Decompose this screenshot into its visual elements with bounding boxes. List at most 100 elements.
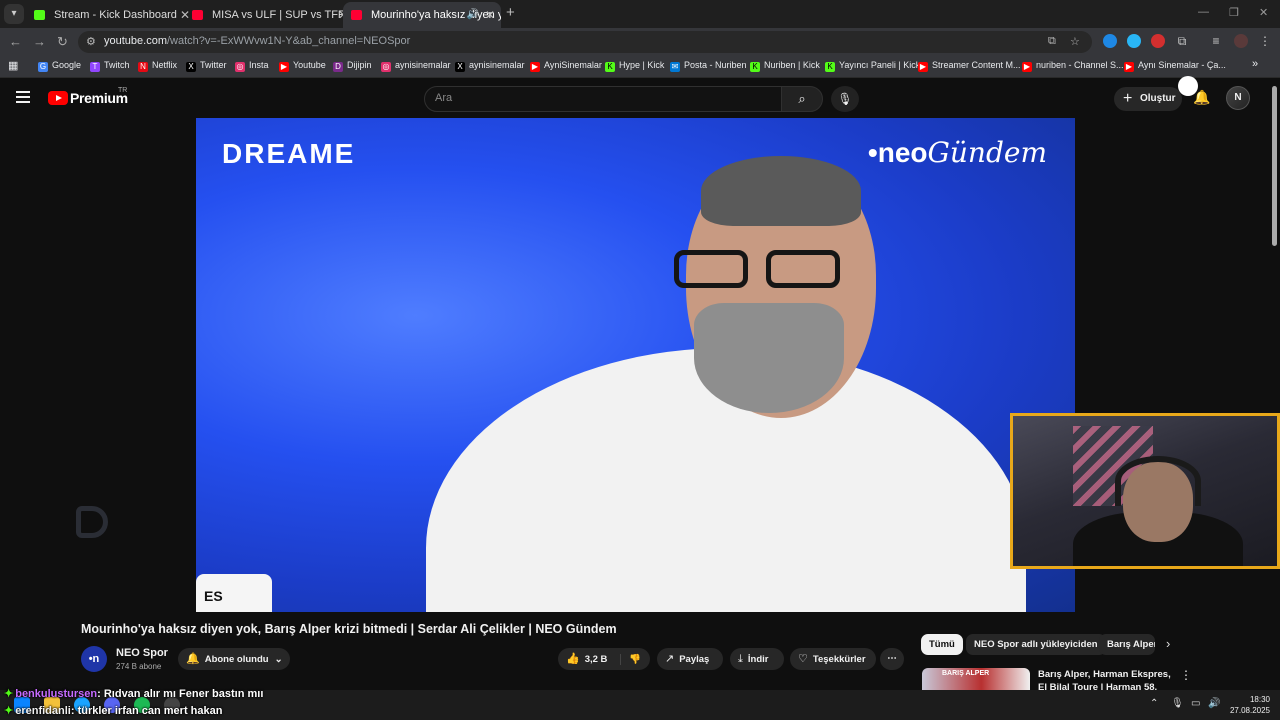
video-person-beard bbox=[694, 303, 844, 413]
country-code: TR bbox=[118, 87, 128, 94]
more-menu-icon[interactable]: ⋮ bbox=[1258, 34, 1272, 48]
minimize-button[interactable]: — bbox=[1198, 6, 1209, 18]
bookmarks-overflow-icon[interactable]: » bbox=[1252, 58, 1258, 70]
bookmark-posta[interactable]: ✉ Posta - Nuriben bbox=[670, 60, 747, 72]
volume-icon[interactable]: 🔊 bbox=[1208, 698, 1220, 709]
tab-mourinho-video[interactable]: Mourinho'ya haksız diyen y 🔊 ✕ bbox=[343, 2, 501, 28]
tray-chevron-icon[interactable]: ⌃ bbox=[1150, 698, 1158, 709]
download-button[interactable]: ⤓ İndir bbox=[730, 648, 784, 670]
x-icon: X bbox=[186, 62, 196, 72]
bookmark-aynisinemalar-yt[interactable]: ▶ AyniSinemalar bbox=[530, 60, 602, 72]
close-window-button[interactable]: ✕ bbox=[1259, 6, 1268, 19]
channel-avatar[interactable]: •n bbox=[81, 646, 107, 672]
voice-search-button[interactable]: 🎙 bbox=[831, 86, 859, 112]
system-clock[interactable]: 18:30 27.08.2025 bbox=[1226, 694, 1270, 716]
bookmark-netflix[interactable]: N Netflix bbox=[138, 60, 177, 72]
chip-baris-alper[interactable]: Barış Alper bbox=[1099, 634, 1155, 655]
bookmarks-bar: ▦ G Google T Twitch N Netflix X Twitter ◎ Ins… bbox=[0, 56, 1280, 78]
chip-from-uploader[interactable]: NEO Spor adlı yükleyiciden bbox=[966, 634, 1106, 655]
like-button[interactable]: 👍 3,2 B bbox=[558, 653, 607, 665]
more-icon[interactable]: ⋮ bbox=[1180, 668, 1192, 682]
page-scrollbar[interactable] bbox=[1272, 86, 1277, 246]
tab-kick-dashboard[interactable]: Stream - Kick Dashboard ✕ bbox=[26, 2, 196, 28]
bookmark-youtube[interactable]: ▶ Youtube bbox=[279, 60, 326, 72]
apps-grid-icon[interactable]: ▦ bbox=[8, 59, 18, 72]
display-icon[interactable]: ▭ bbox=[1191, 698, 1200, 709]
maximize-button[interactable]: ❐ bbox=[1229, 6, 1239, 19]
youtube-icon: ▶ bbox=[1022, 62, 1032, 72]
create-button[interactable]: Oluştur bbox=[1114, 87, 1182, 111]
bookmark-ayni-sinemalar[interactable]: ▶ Aynı Sinemalar - Ça... bbox=[1124, 60, 1226, 72]
recommended-title[interactable]: Barış Alper, Harman Ekspres, El Bilal To… bbox=[1038, 668, 1172, 690]
browser-tab-strip: ▾ Stream - Kick Dashboard ✕ MISA vs ULF … bbox=[0, 0, 1280, 28]
tab-misa-vs-ulf[interactable]: MISA vs ULF | SUP vs TFF | BW ✕ bbox=[184, 2, 354, 28]
new-tab-button[interactable]: + bbox=[506, 4, 515, 21]
extension-shield-icon[interactable] bbox=[1103, 34, 1117, 48]
chip-all[interactable]: Tümü bbox=[921, 634, 963, 655]
microphone-icon[interactable]: 🎙 bbox=[1171, 698, 1184, 709]
video-person-hair bbox=[701, 156, 861, 226]
twitch-icon: T bbox=[90, 62, 100, 72]
heart-dollar-icon: ♡ bbox=[798, 653, 808, 665]
bookmark-twitter[interactable]: X Twitter bbox=[186, 60, 227, 72]
tab-label: Mourinho'ya haksız diyen y bbox=[371, 9, 501, 21]
avatar[interactable]: N bbox=[1226, 86, 1250, 110]
video-title: Mourinho'ya haksız diyen yok, Barış Alpe… bbox=[81, 622, 617, 636]
thanks-button[interactable]: ♡ Teşekkürler bbox=[790, 648, 876, 670]
extension-blue-icon[interactable] bbox=[1127, 34, 1141, 48]
search-input[interactable] bbox=[435, 92, 765, 104]
clock-date: 27.08.2025 bbox=[1229, 706, 1270, 715]
more-actions-button[interactable]: ⋯ bbox=[880, 648, 904, 670]
bookmark-yayinci-paneli[interactable]: K Yayıncı Paneli | Kick bbox=[825, 60, 920, 72]
instagram-icon: ◎ bbox=[235, 62, 245, 72]
clock-time: 18:30 bbox=[1249, 695, 1270, 704]
address-bar[interactable]: ⚙ youtube.com/watch?v=-ExWWvw1N-Y&ab_cha… bbox=[78, 31, 1092, 53]
bell-icon: 🔔 bbox=[186, 653, 200, 665]
video-player[interactable]: ES DREAME •neoGündem bbox=[196, 118, 1075, 612]
microphone-icon: 🎙 bbox=[837, 92, 853, 106]
bookmark-insta[interactable]: ◎ Insta bbox=[235, 60, 269, 72]
bookmark-hype-kick[interactable]: K Hype | Kick bbox=[605, 60, 664, 72]
media-controls-icon[interactable]: ≡ bbox=[1209, 34, 1223, 48]
bookmark-google[interactable]: G Google bbox=[38, 60, 81, 72]
star-icon[interactable]: ☆ bbox=[1070, 35, 1080, 48]
subscribed-button[interactable]: 🔔 Abone olundu ⌄ bbox=[178, 648, 290, 670]
reload-button[interactable]: ↻ bbox=[57, 34, 68, 50]
speaker-icon[interactable]: 🔊 bbox=[467, 2, 479, 28]
chat-message: ✦ benkulustursen: Rıdvan alır mı Fener ba… bbox=[4, 688, 264, 700]
youtube-header: Premium TR ⌕ 🎙 Oluştur 🔔 N bbox=[0, 78, 1280, 118]
bookmark-streamer-content[interactable]: ▶ Streamer Content M... bbox=[918, 60, 1021, 72]
download-icon: ⤓ bbox=[738, 653, 743, 665]
hamburger-menu-icon[interactable] bbox=[16, 91, 30, 103]
kick-icon bbox=[34, 10, 45, 20]
bookmark-twitch[interactable]: T Twitch bbox=[90, 60, 130, 72]
back-button[interactable]: ← bbox=[9, 34, 22, 49]
site-info-icon[interactable]: ⚙ bbox=[86, 35, 96, 48]
tab-search-button[interactable]: ▾ bbox=[4, 4, 24, 24]
bookmark-nuriben-channel[interactable]: ▶ nuriben - Channel S... bbox=[1022, 60, 1124, 72]
channel-name[interactable]: NEO Spor bbox=[116, 647, 168, 659]
bookmark-aynisinemalar-x[interactable]: Xaynisinemalar bbox=[455, 60, 525, 72]
url-text[interactable]: youtube.com/watch?v=-ExWWvw1N-Y&ab_chann… bbox=[104, 35, 410, 47]
thumbs-up-icon: 👍 bbox=[566, 653, 580, 665]
extension-red-icon[interactable] bbox=[1151, 34, 1165, 48]
more-icon: ⋯ bbox=[887, 653, 897, 664]
bookmark-dijipin[interactable]: D Dijipin bbox=[333, 60, 372, 72]
share-button[interactable]: ↗ Paylaş bbox=[657, 648, 723, 670]
video-mug: ES bbox=[196, 574, 272, 612]
profile-icon[interactable] bbox=[1234, 34, 1248, 48]
share-icon: ↗ bbox=[665, 653, 675, 665]
extensions-puzzle-icon[interactable]: ⧉ bbox=[1175, 34, 1189, 48]
mouse-cursor bbox=[1178, 76, 1198, 96]
recommended-thumbnail[interactable]: BARIŞ ALPER bbox=[922, 668, 1030, 690]
bookmark-aynisinemalar-insta[interactable]: ◎ aynisinemalar bbox=[381, 60, 451, 72]
close-icon[interactable]: ✕ bbox=[485, 2, 495, 28]
chat-message: ✦ erenfidanli: türkler irfan can mert hak… bbox=[4, 705, 223, 717]
search-button[interactable]: ⌕ bbox=[781, 86, 823, 112]
video-person-glasses bbox=[674, 250, 844, 288]
chevron-right-icon[interactable]: › bbox=[1166, 636, 1170, 651]
forward-button[interactable]: → bbox=[33, 34, 46, 49]
install-icon[interactable]: ⧉ bbox=[1048, 35, 1056, 48]
bookmark-nuriben-kick[interactable]: K Nuriben | Kick bbox=[750, 60, 820, 72]
dislike-button[interactable]: 👎 bbox=[620, 654, 641, 665]
